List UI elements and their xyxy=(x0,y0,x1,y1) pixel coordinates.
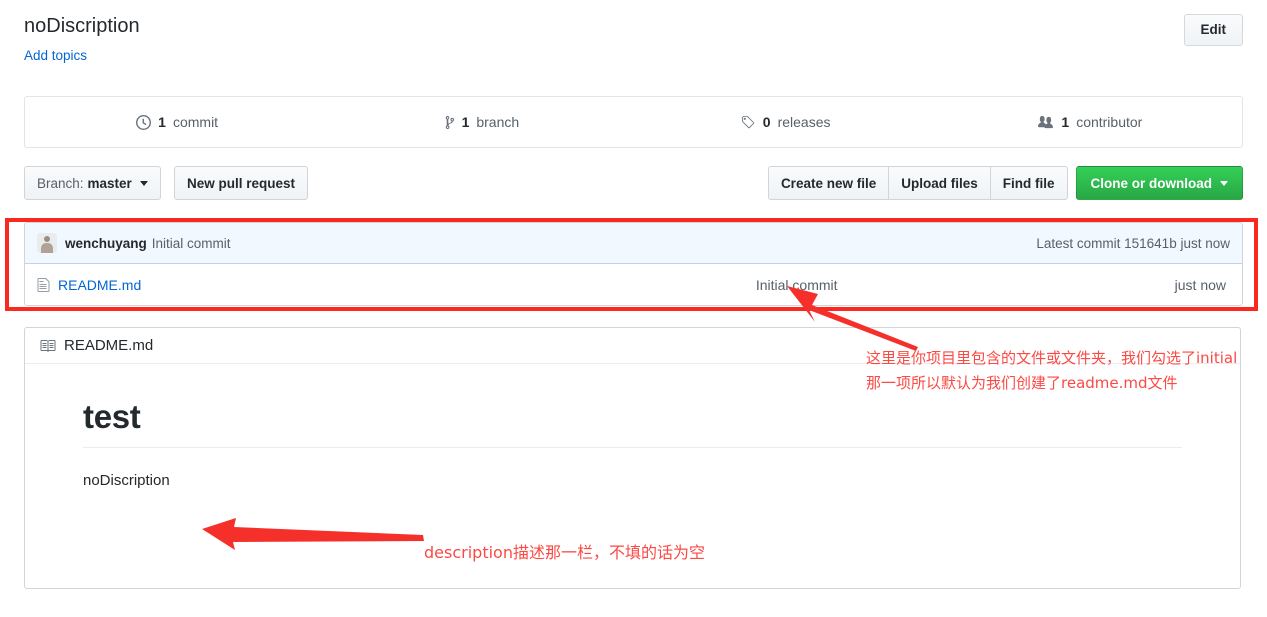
readme-header: README.md xyxy=(25,328,1240,364)
file-name-link[interactable]: README.md xyxy=(58,277,141,293)
stat-branches-count: 1 xyxy=(461,114,470,130)
avatar xyxy=(37,233,57,253)
branch-name-label: master xyxy=(87,175,132,191)
new-pull-request-button[interactable]: New pull request xyxy=(174,166,309,200)
find-file-button[interactable]: Find file xyxy=(989,166,1068,200)
book-icon xyxy=(39,338,56,354)
file-action-button-group: Create new file Upload files Find file xyxy=(767,166,1068,200)
branch-prefix-label: Branch: xyxy=(37,175,84,191)
stat-contributors-label: contributor xyxy=(1076,114,1143,130)
latest-commit-meta: Latest commit 151641b just now xyxy=(1036,236,1230,251)
latest-commit-prefix: Latest commit xyxy=(1036,235,1121,251)
add-topics-link[interactable]: Add topics xyxy=(24,48,87,63)
commit-sha-link[interactable]: 151641b xyxy=(1124,236,1177,251)
repository-stats-bar: 1 commit 1 branch 0 releases 1 contribut… xyxy=(24,96,1243,148)
stat-releases-label: releases xyxy=(777,114,831,130)
file-name-cell: README.md xyxy=(37,277,419,293)
chevron-down-icon xyxy=(139,180,148,186)
readme-heading: test xyxy=(83,396,1182,449)
table-row: README.md Initial commit just now xyxy=(25,264,1242,305)
readme-box: README.md test noDiscription xyxy=(24,327,1241,589)
commit-message-link[interactable]: Initial commit xyxy=(152,236,231,251)
clone-or-download-label: Clone or download xyxy=(1090,175,1213,191)
readme-title: README.md xyxy=(64,337,154,354)
commit-author-link[interactable]: wenchuyang xyxy=(65,236,147,251)
commit-age: just now xyxy=(1180,235,1230,251)
upload-files-button[interactable]: Upload files xyxy=(888,166,990,200)
stat-contributors-count: 1 xyxy=(1061,114,1070,130)
git-branch-icon xyxy=(444,115,455,130)
edit-button[interactable]: Edit xyxy=(1183,14,1243,46)
repository-actions: Create new file Upload files Find file C… xyxy=(767,166,1243,200)
tag-icon xyxy=(741,115,756,130)
branch-select-button[interactable]: Branch: master xyxy=(24,166,161,200)
page-title: noDiscription xyxy=(24,15,140,37)
clone-or-download-button[interactable]: Clone or download xyxy=(1075,166,1243,200)
readme-content: test noDiscription xyxy=(25,364,1240,525)
file-age: just now xyxy=(1174,276,1226,293)
stat-commits-count: 1 xyxy=(158,114,166,130)
file-navigation-toolbar: Branch: master New pull request Create n… xyxy=(24,166,1243,200)
stat-contributors[interactable]: 1 contributor xyxy=(938,113,1242,131)
chevron-down-icon xyxy=(1220,180,1228,186)
organization-icon xyxy=(1037,115,1054,130)
stat-branches[interactable]: 1 branch xyxy=(329,113,633,131)
file-commit-message[interactable]: Initial commit xyxy=(419,277,1175,293)
stat-releases[interactable]: 0 releases xyxy=(634,113,938,131)
file-list-box: wenchuyang Initial commit Latest commit … xyxy=(24,222,1243,306)
stat-commits[interactable]: 1 commit xyxy=(25,113,329,131)
latest-commit-row: wenchuyang Initial commit Latest commit … xyxy=(25,223,1242,264)
stat-branches-label: branch xyxy=(476,114,520,130)
stat-releases-count: 0 xyxy=(762,114,771,130)
readme-paragraph: noDiscription xyxy=(83,472,170,490)
file-icon xyxy=(37,277,50,293)
create-new-file-button[interactable]: Create new file xyxy=(767,166,889,200)
stat-commits-label: commit xyxy=(172,114,219,130)
repository-header: noDiscription Add topics Edit xyxy=(24,14,1243,63)
repository-page: noDiscription Add topics Edit 1 commit 1… xyxy=(0,0,1267,617)
history-icon xyxy=(136,114,152,130)
